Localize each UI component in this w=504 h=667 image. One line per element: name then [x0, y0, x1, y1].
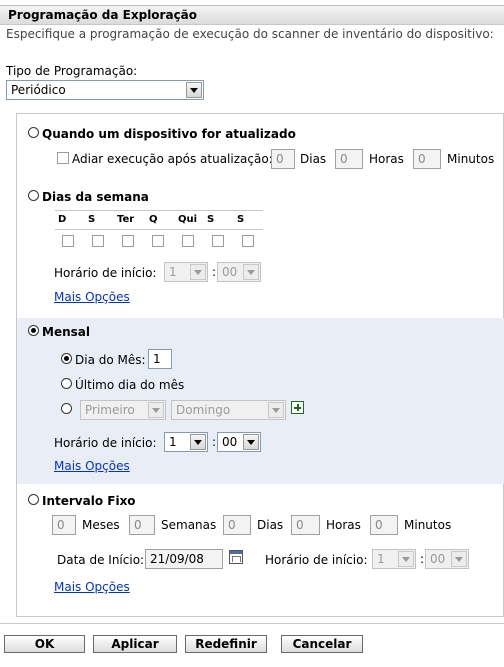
- chevron-down-icon: [243, 264, 259, 280]
- weekday-header-top-divider: [55, 210, 263, 211]
- delay-hours-input[interactable]: 0: [335, 149, 363, 169]
- chevron-down-icon: [398, 551, 414, 567]
- weekday-mon-label: S: [88, 214, 96, 225]
- monthly-minute-value: 00: [222, 435, 238, 449]
- delay-days-input[interactable]: 0: [271, 149, 295, 169]
- monthly-hour-select[interactable]: 1: [164, 432, 208, 452]
- weekday-fri-checkbox[interactable]: [212, 235, 224, 247]
- interval-more-options-link[interactable]: Mais Opções: [54, 580, 130, 594]
- interval-minute-select[interactable]: 00: [425, 549, 469, 569]
- weekday-select[interactable]: Domingo: [171, 400, 286, 420]
- interval-weeks-input[interactable]: 0: [129, 515, 155, 535]
- schedule-type-select[interactable]: Periódico: [6, 80, 204, 100]
- weekday-of-month-radio[interactable]: [61, 403, 72, 414]
- chevron-down-icon: [148, 402, 164, 418]
- interval-hour-select[interactable]: 1: [372, 549, 416, 569]
- start-date-input[interactable]: 21/09/08: [145, 549, 223, 569]
- ordinal-value: Primeiro: [85, 403, 135, 417]
- interval-minute-value: 00: [430, 552, 446, 566]
- ordinal-select[interactable]: Primeiro: [80, 400, 166, 420]
- weekday-wed-checkbox[interactable]: [152, 235, 164, 247]
- on-refresh-radio[interactable]: [28, 127, 39, 138]
- weekdays-hour-select[interactable]: 1: [164, 262, 208, 282]
- add-icon[interactable]: [291, 401, 304, 414]
- interval-start-time-label: Horário de início:: [265, 553, 368, 567]
- schedule-type-value: Periódico: [11, 83, 66, 97]
- weekday-sun-label: D: [58, 214, 67, 225]
- interval-minutes-label: Minutos: [404, 518, 452, 532]
- monthly-hour-value: 1: [169, 435, 177, 449]
- fixed-interval-radio[interactable]: [28, 494, 39, 505]
- interval-months-input[interactable]: 0: [52, 515, 76, 535]
- weekdays-more-options-link[interactable]: Mais Opções: [54, 290, 130, 304]
- chevron-down-icon: [243, 434, 259, 450]
- apply-button[interactable]: Aplicar: [93, 635, 177, 653]
- page-title: Programação da Exploração: [8, 8, 198, 22]
- schedule-type-label: Tipo de Programação:: [6, 64, 138, 78]
- weekday-thu-checkbox[interactable]: [182, 235, 194, 247]
- weekdays-start-label: Horário de início:: [54, 266, 157, 280]
- ok-button[interactable]: OK: [4, 635, 85, 653]
- interval-months-label: Meses: [82, 518, 120, 532]
- weekday-wed-label: Q: [149, 214, 158, 225]
- last-day-label: Último dia do mês: [75, 378, 185, 392]
- weekday-mon-checkbox[interactable]: [92, 235, 104, 247]
- weekdays-hour-value: 1: [169, 265, 177, 279]
- monthly-radio[interactable]: [28, 325, 39, 336]
- delay-days-label: Dias: [300, 152, 327, 166]
- weekday-value: Domingo: [176, 403, 231, 417]
- monthly-more-options-link[interactable]: Mais Opções: [54, 459, 130, 473]
- interval-hour-value: 1: [377, 552, 385, 566]
- footer-divider: [0, 623, 504, 624]
- chevron-down-icon: [190, 434, 206, 450]
- weekdays-radio[interactable]: [28, 190, 39, 201]
- weekday-header-bottom-divider: [55, 229, 263, 230]
- weekday-tue-checkbox[interactable]: [122, 235, 134, 247]
- monthly-start-label: Horário de início:: [54, 436, 157, 450]
- interval-hours-label: Horas: [326, 518, 361, 532]
- monthly-minute-select[interactable]: 00: [217, 432, 261, 452]
- weekday-fri-label: S: [207, 214, 215, 225]
- interval-minutes-input[interactable]: 0: [370, 515, 398, 535]
- delay-minutes-input[interactable]: 0: [413, 149, 441, 169]
- fixed-interval-label: Intervalo Fixo: [42, 494, 136, 508]
- delay-hours-label: Horas: [369, 152, 404, 166]
- monthly-label: Mensal: [42, 325, 90, 339]
- weekday-sat-label: S: [237, 214, 245, 225]
- weekday-thu-label: Qui: [178, 214, 198, 225]
- calendar-icon[interactable]: [229, 550, 243, 564]
- time-separator: :: [212, 435, 217, 449]
- weekdays-minute-value: 00: [222, 265, 238, 279]
- day-of-month-label: Dia do Mês:: [75, 353, 146, 367]
- weekday-tue-label: Ter: [117, 214, 135, 225]
- section-header: Programação da Exploração: [0, 5, 504, 25]
- time-separator: :: [420, 552, 425, 566]
- on-refresh-label: Quando um dispositivo for atualizado: [42, 127, 296, 141]
- weekdays-minute-select[interactable]: 00: [217, 262, 261, 282]
- cancel-button[interactable]: Cancelar: [281, 635, 363, 653]
- day-of-month-input[interactable]: 1: [148, 349, 172, 369]
- weekday-sun-checkbox[interactable]: [62, 235, 74, 247]
- delay-label: Adiar execução após atualização:: [72, 152, 273, 166]
- start-date-label: Data de Início:: [57, 553, 145, 567]
- interval-days-label: Dias: [257, 518, 284, 532]
- chevron-down-icon: [268, 402, 284, 418]
- page-description: Especifique a programação de execução do…: [6, 27, 494, 41]
- chevron-down-icon: [451, 551, 467, 567]
- last-day-radio[interactable]: [61, 378, 72, 389]
- delay-checkbox[interactable]: [57, 152, 69, 164]
- interval-days-input[interactable]: 0: [223, 515, 251, 535]
- day-of-month-radio[interactable]: [61, 353, 72, 364]
- delay-minutes-label: Minutos: [447, 152, 495, 166]
- reset-button[interactable]: Redefinir: [185, 635, 267, 653]
- time-separator: :: [212, 265, 217, 279]
- interval-hours-input[interactable]: 0: [291, 515, 320, 535]
- weekday-sat-checkbox[interactable]: [242, 235, 254, 247]
- interval-weeks-label: Semanas: [161, 518, 217, 532]
- chevron-down-icon: [190, 264, 206, 280]
- weekdays-label: Dias da semana: [42, 190, 149, 204]
- chevron-down-icon: [186, 82, 202, 98]
